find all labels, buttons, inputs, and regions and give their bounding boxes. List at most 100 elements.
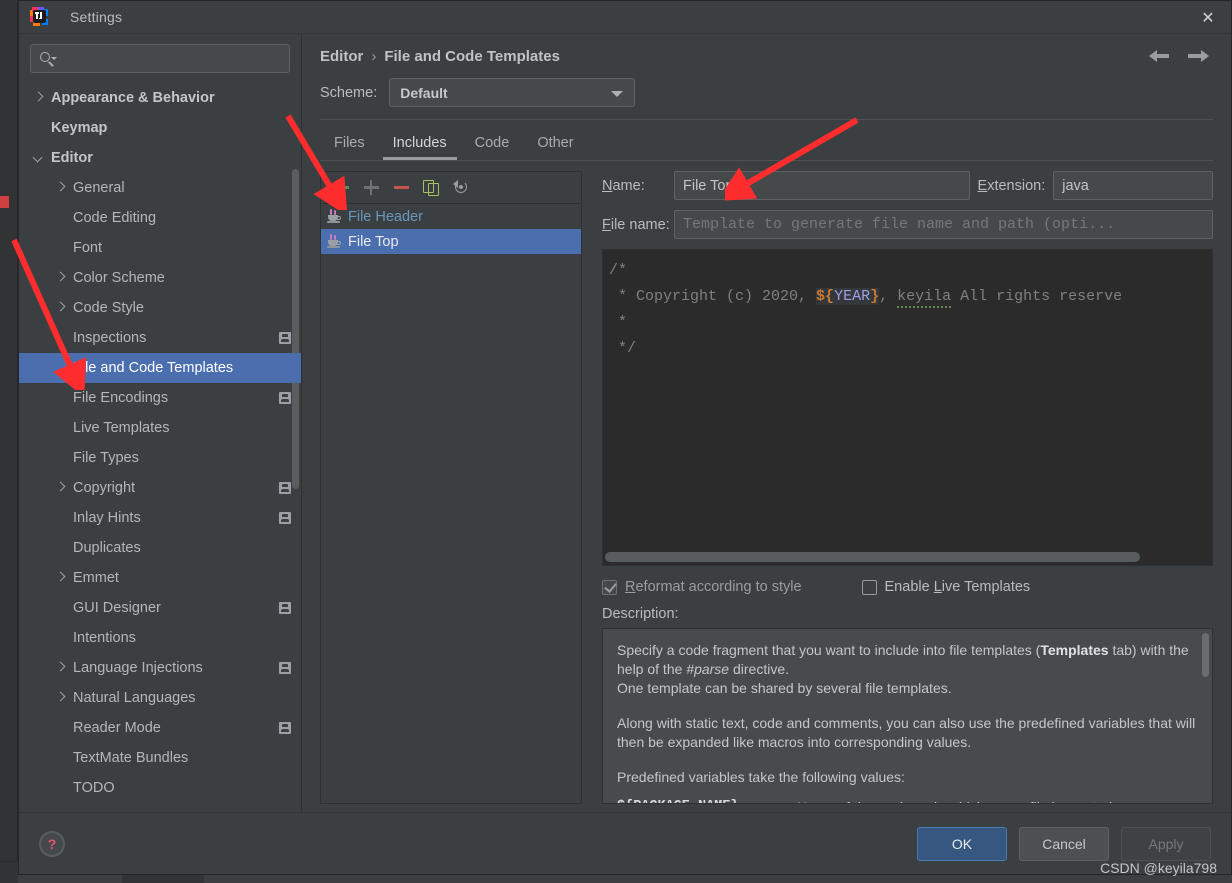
sidebar-item-file-and-code-templates[interactable]: File and Code Templates — [19, 353, 301, 383]
variable-description: Name of the package in which a new file … — [797, 799, 1112, 803]
tab-other[interactable]: Other — [523, 126, 587, 160]
project-scope-icon — [279, 392, 291, 404]
sidebar-item-label: Code Editing — [73, 210, 157, 226]
sidebar-item-reader-mode[interactable]: Reader Mode — [19, 713, 301, 743]
chevron-right-icon[interactable] — [55, 272, 67, 284]
chevron-right-icon[interactable] — [55, 482, 67, 494]
arrow-left-icon[interactable] — [1149, 46, 1171, 66]
sidebar-item-todo[interactable]: TODO — [19, 773, 301, 803]
copy-icon — [423, 179, 439, 196]
sidebar-item-file-types[interactable]: File Types — [19, 443, 301, 473]
breadcrumb-parent[interactable]: Editor — [320, 48, 363, 65]
arrow-right-icon[interactable] — [1187, 46, 1209, 66]
sidebar-item-label: TextMate Bundles — [73, 750, 189, 766]
scheme-dropdown[interactable]: Default — [389, 78, 636, 107]
sidebar-item-label: Duplicates — [73, 540, 141, 556]
checkbox-box — [861, 579, 877, 595]
list-item[interactable]: File Header — [321, 204, 581, 229]
template-filename-input[interactable]: Template to generate file name and path … — [674, 210, 1213, 239]
reformat-checkbox[interactable]: Reformat according to style — [602, 579, 802, 595]
sidebar-item-duplicates[interactable]: Duplicates — [19, 533, 301, 563]
sidebar-item-file-encodings[interactable]: File Encodings — [19, 383, 301, 413]
name-row: Name: File Top Extension: java — [602, 171, 1213, 200]
code-text: /* — [609, 262, 628, 279]
tab-files[interactable]: Files — [320, 126, 379, 160]
project-scope-icon — [279, 602, 291, 614]
sidebar-item-inspections[interactable]: Inspections — [19, 323, 301, 353]
scheme-value: Default — [400, 84, 448, 101]
template-code-editor[interactable]: /* * Copyright (c) 2020, ${YEAR}, keyila… — [602, 249, 1213, 566]
sidebar-item-font[interactable]: Font — [19, 233, 301, 263]
template-name-input[interactable]: File Top — [674, 171, 970, 200]
code-text: */ — [609, 340, 637, 357]
breadcrumb: Editor › File and Code Templates — [302, 34, 1231, 78]
tab-code[interactable]: Code — [461, 126, 524, 160]
template-extension-input[interactable]: java — [1053, 171, 1213, 200]
chevron-right-icon[interactable] — [55, 692, 67, 704]
sidebar-item-gui-designer[interactable]: GUI Designer — [19, 593, 301, 623]
sidebar-item-editor[interactable]: Editor — [19, 143, 301, 173]
sidebar-item-natural-languages[interactable]: Natural Languages — [19, 683, 301, 713]
chevron-right-icon[interactable] — [55, 572, 67, 584]
ok-button[interactable]: OK — [917, 826, 1007, 861]
editor-line: * — [603, 310, 1212, 336]
editor-horizontal-scrollbar[interactable] — [605, 552, 1140, 562]
sidebar-item-appearance-behavior[interactable]: Appearance & Behavior — [19, 83, 301, 113]
settings-sidebar: Appearance & Behavior Keymap Editor General… — [19, 34, 302, 812]
enable-live-templates-checkbox[interactable]: Enable Live Templates — [861, 579, 1030, 595]
search-input[interactable] — [57, 51, 281, 66]
java-file-icon — [327, 234, 342, 249]
sidebar-item-copyright[interactable]: Copyright — [19, 473, 301, 503]
ide-error-stripe — [0, 196, 9, 208]
sidebar-item-color-scheme[interactable]: Color Scheme — [19, 263, 301, 293]
chevron-down-icon[interactable] — [33, 152, 45, 164]
extension-label: Extension: — [977, 177, 1046, 194]
template-tabs: Files Includes Code Other — [302, 120, 1231, 160]
template-list-pane: File Header File Top — [320, 171, 582, 804]
description-scrollbar[interactable] — [1202, 633, 1209, 677]
sidebar-item-live-templates[interactable]: Live Templates — [19, 413, 301, 443]
template-list[interactable]: File Header File Top — [321, 204, 581, 803]
sidebar-item-code-style[interactable]: Code Style — [19, 293, 301, 323]
tab-includes[interactable]: Includes — [379, 126, 461, 160]
description-paragraph-4: Predefined variables take the following … — [617, 769, 905, 785]
chevron-right-icon[interactable] — [55, 662, 67, 674]
sidebar-item-keymap[interactable]: Keymap — [19, 113, 301, 143]
sidebar-item-code-editing[interactable]: Code Editing — [19, 203, 301, 233]
chevron-right-icon[interactable] — [55, 182, 67, 194]
project-scope-icon — [279, 512, 291, 524]
sidebar-item-label: Inlay Hints — [73, 510, 141, 526]
add-template-button[interactable] — [327, 175, 355, 201]
sidebar-item-emmet[interactable]: Emmet — [19, 563, 301, 593]
copy-template-button[interactable] — [417, 175, 445, 201]
help-icon[interactable]: ? — [39, 830, 65, 857]
remove-template-button[interactable] — [387, 175, 415, 201]
reset-template-button[interactable] — [447, 175, 475, 201]
settings-dialog: Settings ✕ Appearance & Behavior Keymap Ed… — [18, 0, 1232, 876]
sidebar-item-textmate-bundles[interactable]: TextMate Bundles — [19, 743, 301, 773]
settings-tree[interactable]: Appearance & Behavior Keymap Editor General… — [19, 81, 301, 812]
project-scope-icon — [279, 332, 291, 344]
sidebar-item-general[interactable]: General — [19, 173, 301, 203]
cancel-button[interactable]: Cancel — [1019, 826, 1109, 861]
close-icon[interactable]: ✕ — [1185, 1, 1231, 34]
sidebar-item-inlay-hints[interactable]: Inlay Hints — [19, 503, 301, 533]
chevron-right-icon[interactable] — [55, 302, 67, 314]
sidebar-item-label: Language Injections — [73, 660, 203, 676]
sidebar-item-language-injections[interactable]: Language Injections — [19, 653, 301, 683]
code-text: * Copyright (c) 2020, — [609, 288, 817, 305]
minus-icon — [393, 186, 409, 189]
sidebar-item-intentions[interactable]: Intentions — [19, 623, 301, 653]
revert-icon — [453, 179, 469, 196]
spellcheck-word: keyila — [897, 288, 952, 308]
chevron-right-icon[interactable] — [33, 92, 45, 104]
description-paragraph-2: One template can be shared by several fi… — [617, 680, 952, 696]
list-item[interactable]: File Top — [321, 229, 581, 254]
search-box[interactable] — [30, 44, 290, 73]
sidebar-item-label: Editor — [51, 150, 93, 166]
sidebar-item-label: TODO — [73, 780, 115, 796]
description-box: Specify a code fragment that you want to… — [602, 628, 1213, 804]
